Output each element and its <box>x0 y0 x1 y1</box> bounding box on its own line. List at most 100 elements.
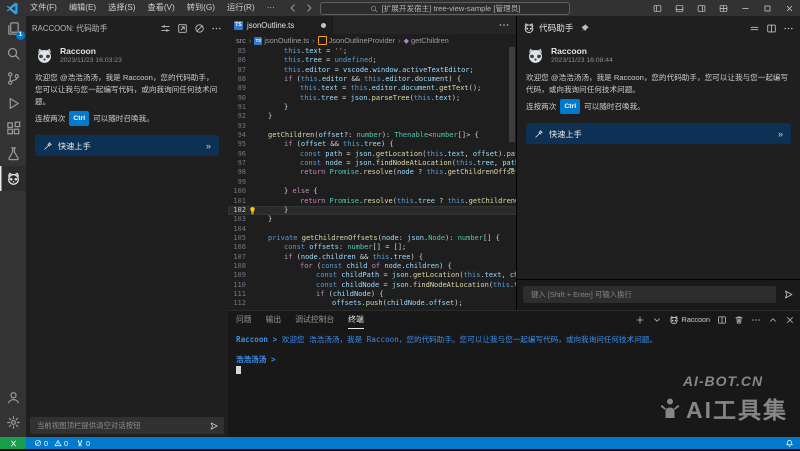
terminal-dropdown-icon[interactable] <box>652 315 662 325</box>
code-line-106[interactable]: 106const offsets: number[] = []; <box>228 243 516 252</box>
code-line-109[interactable]: 109const childPath = json.getLocation(th… <box>228 271 516 280</box>
code-editor[interactable]: 85this.text = '';86this.tree = undefined… <box>228 47 516 310</box>
minimize-button[interactable] <box>734 0 756 16</box>
modified-dot-icon[interactable] <box>321 23 326 28</box>
send-icon[interactable] <box>209 421 219 431</box>
code-line-93[interactable]: 93 <box>228 122 516 131</box>
code-line-100[interactable]: 100} else { <box>228 187 516 196</box>
settings-slider-icon[interactable] <box>160 23 171 34</box>
code-line-103[interactable]: 103} <box>228 215 516 224</box>
panel-more-icon[interactable] <box>783 23 794 34</box>
more-actions-icon[interactable] <box>211 23 222 34</box>
panel-tab-0[interactable]: 问题 <box>236 312 252 328</box>
activity-test-explorer[interactable] <box>0 141 26 166</box>
panel-tab-3[interactable]: 终端 <box>348 312 364 328</box>
menu-item-0[interactable]: 文件(F) <box>24 0 63 16</box>
editor-scrollbar[interactable] <box>509 47 515 142</box>
breadcrumb-item-0[interactable]: src <box>236 36 246 45</box>
code-line-92[interactable]: 92} <box>228 112 516 121</box>
code-line-87[interactable]: 87this.editor = vscode.window.activeText… <box>228 66 516 75</box>
tab-jsonoutline[interactable]: TS jsonOutline.ts <box>228 16 333 34</box>
clear-chat-icon[interactable] <box>194 23 205 34</box>
close-window-button[interactable] <box>778 0 800 16</box>
code-line-98[interactable]: 98return Promise.resolve(node ? this.get… <box>228 168 516 177</box>
activity-account[interactable] <box>0 385 26 410</box>
menu-item-2[interactable]: 选择(S) <box>102 0 141 16</box>
activity-extensions[interactable] <box>0 116 26 141</box>
assistant-chat-input[interactable] <box>523 286 776 303</box>
code-line-102[interactable]: 102} <box>228 206 516 215</box>
breadcrumb-item-3[interactable]: ◆getChildren <box>404 36 449 45</box>
back-icon[interactable] <box>288 3 298 13</box>
code-line-88[interactable]: 88if (this.editor && this.editor.documen… <box>228 75 516 84</box>
code-line-112[interactable]: 112offsets.push(childNode.offset); <box>228 299 516 308</box>
assistant-input-field[interactable] <box>529 289 770 300</box>
split-terminal-icon[interactable] <box>717 315 727 325</box>
panel-more-icon[interactable] <box>751 315 761 325</box>
menu-item-6[interactable]: ··· <box>261 0 281 16</box>
code-line-107[interactable]: 107if (node.children && this.tree) { <box>228 253 516 262</box>
ports-status[interactable]: 0 <box>76 439 90 448</box>
toggle-panel-button[interactable] <box>668 0 690 16</box>
toggle-sidebar-button[interactable] <box>646 0 668 16</box>
activity-settings[interactable] <box>0 410 26 435</box>
notifications-bell-icon[interactable] <box>785 439 794 448</box>
sidebar-input-field[interactable] <box>35 420 209 431</box>
code-line-111[interactable]: 111if (childNode) { <box>228 290 516 299</box>
tab-more-icon[interactable] <box>498 19 510 31</box>
activity-search[interactable] <box>0 41 26 66</box>
command-center[interactable]: [扩展开发宿主] tree-view-sample [管理员] <box>320 2 570 15</box>
menu-item-4[interactable]: 转到(G) <box>181 0 221 16</box>
quick-start-icon <box>43 141 53 151</box>
code-line-97[interactable]: 97const node = json.findNodeAtLocation(t… <box>228 159 516 168</box>
code-line-108[interactable]: 108for (const child of node.children) { <box>228 262 516 271</box>
pin-icon[interactable] <box>579 23 590 34</box>
customize-layout-button[interactable] <box>712 0 734 16</box>
code-line-85[interactable]: 85this.text = ''; <box>228 47 516 56</box>
send-icon[interactable] <box>783 289 794 300</box>
activity-run-debug[interactable] <box>0 91 26 116</box>
toggle-secondary-sidebar-button[interactable] <box>690 0 712 16</box>
code-line-101[interactable]: 101return Promise.resolve(this.tree ? th… <box>228 197 516 206</box>
open-in-editor-icon[interactable] <box>177 23 188 34</box>
sidebar-raccoon: RACCOON: 代码助手 Raccoon 2023/11/23 16:03:2… <box>26 16 229 437</box>
code-line-86[interactable]: 86this.tree = undefined; <box>228 56 516 65</box>
clear-list-icon[interactable] <box>749 23 760 34</box>
panel-tab-2[interactable]: 调试控制台 <box>295 312 334 328</box>
code-line-94[interactable]: 94getChildren(offset?: number): Thenable… <box>228 131 516 140</box>
forward-icon[interactable] <box>304 3 314 13</box>
activity-explorer[interactable]: 1 <box>0 16 26 41</box>
code-line-110[interactable]: 110const childNode = json.findNodeAtLoca… <box>228 281 516 290</box>
nav-arrows <box>288 0 314 16</box>
code-line-104[interactable]: 104 <box>228 225 516 234</box>
panel-tab-1[interactable]: 输出 <box>266 312 282 328</box>
lightbulb-icon[interactable] <box>248 206 257 215</box>
menu-item-1[interactable]: 编辑(E) <box>63 0 102 16</box>
terminal-output[interactable]: Raccoon > 欢迎您 浩浩汤汤，我是 Raccoon，您的代码助手。您可以… <box>236 335 792 375</box>
split-editor-icon[interactable] <box>766 23 777 34</box>
code-line-89[interactable]: 89this.text = this.editor.document.getTe… <box>228 84 516 93</box>
new-terminal-icon[interactable] <box>635 315 645 325</box>
problems-status[interactable]: 0 0 <box>34 439 68 448</box>
sidebar-chat-input[interactable] <box>30 417 224 434</box>
code-line-90[interactable]: 90this.tree = json.parseTree(this.text); <box>228 94 516 103</box>
code-line-105[interactable]: 105private getChildrenOffsets(node: json… <box>228 234 516 243</box>
breadcrumb-item-2[interactable]: JsonOutlineProvider <box>318 36 396 45</box>
close-panel-icon[interactable] <box>785 315 795 325</box>
code-line-91[interactable]: 91} <box>228 103 516 112</box>
activity-source-control[interactable] <box>0 66 26 91</box>
quick-start-button[interactable]: 快速上手 » <box>526 123 791 144</box>
breadcrumb-item-1[interactable]: TSjsonOutline.ts <box>254 36 309 45</box>
code-line-95[interactable]: 95if (offset && this.tree) { <box>228 140 516 149</box>
remote-indicator[interactable] <box>0 437 26 449</box>
kill-terminal-icon[interactable] <box>734 315 744 325</box>
quick-start-button[interactable]: 快速上手 » <box>35 135 219 156</box>
maximize-panel-icon[interactable] <box>768 315 778 325</box>
activity-raccoon[interactable] <box>0 166 26 191</box>
menu-item-3[interactable]: 查看(V) <box>141 0 180 16</box>
code-line-99[interactable]: 99 <box>228 178 516 187</box>
terminal-instance[interactable]: Raccoon <box>669 315 710 325</box>
maximize-button[interactable] <box>756 0 778 16</box>
menu-item-5[interactable]: 运行(R) <box>221 0 261 16</box>
code-line-96[interactable]: 96const path = json.getLocation(this.tex… <box>228 150 516 159</box>
